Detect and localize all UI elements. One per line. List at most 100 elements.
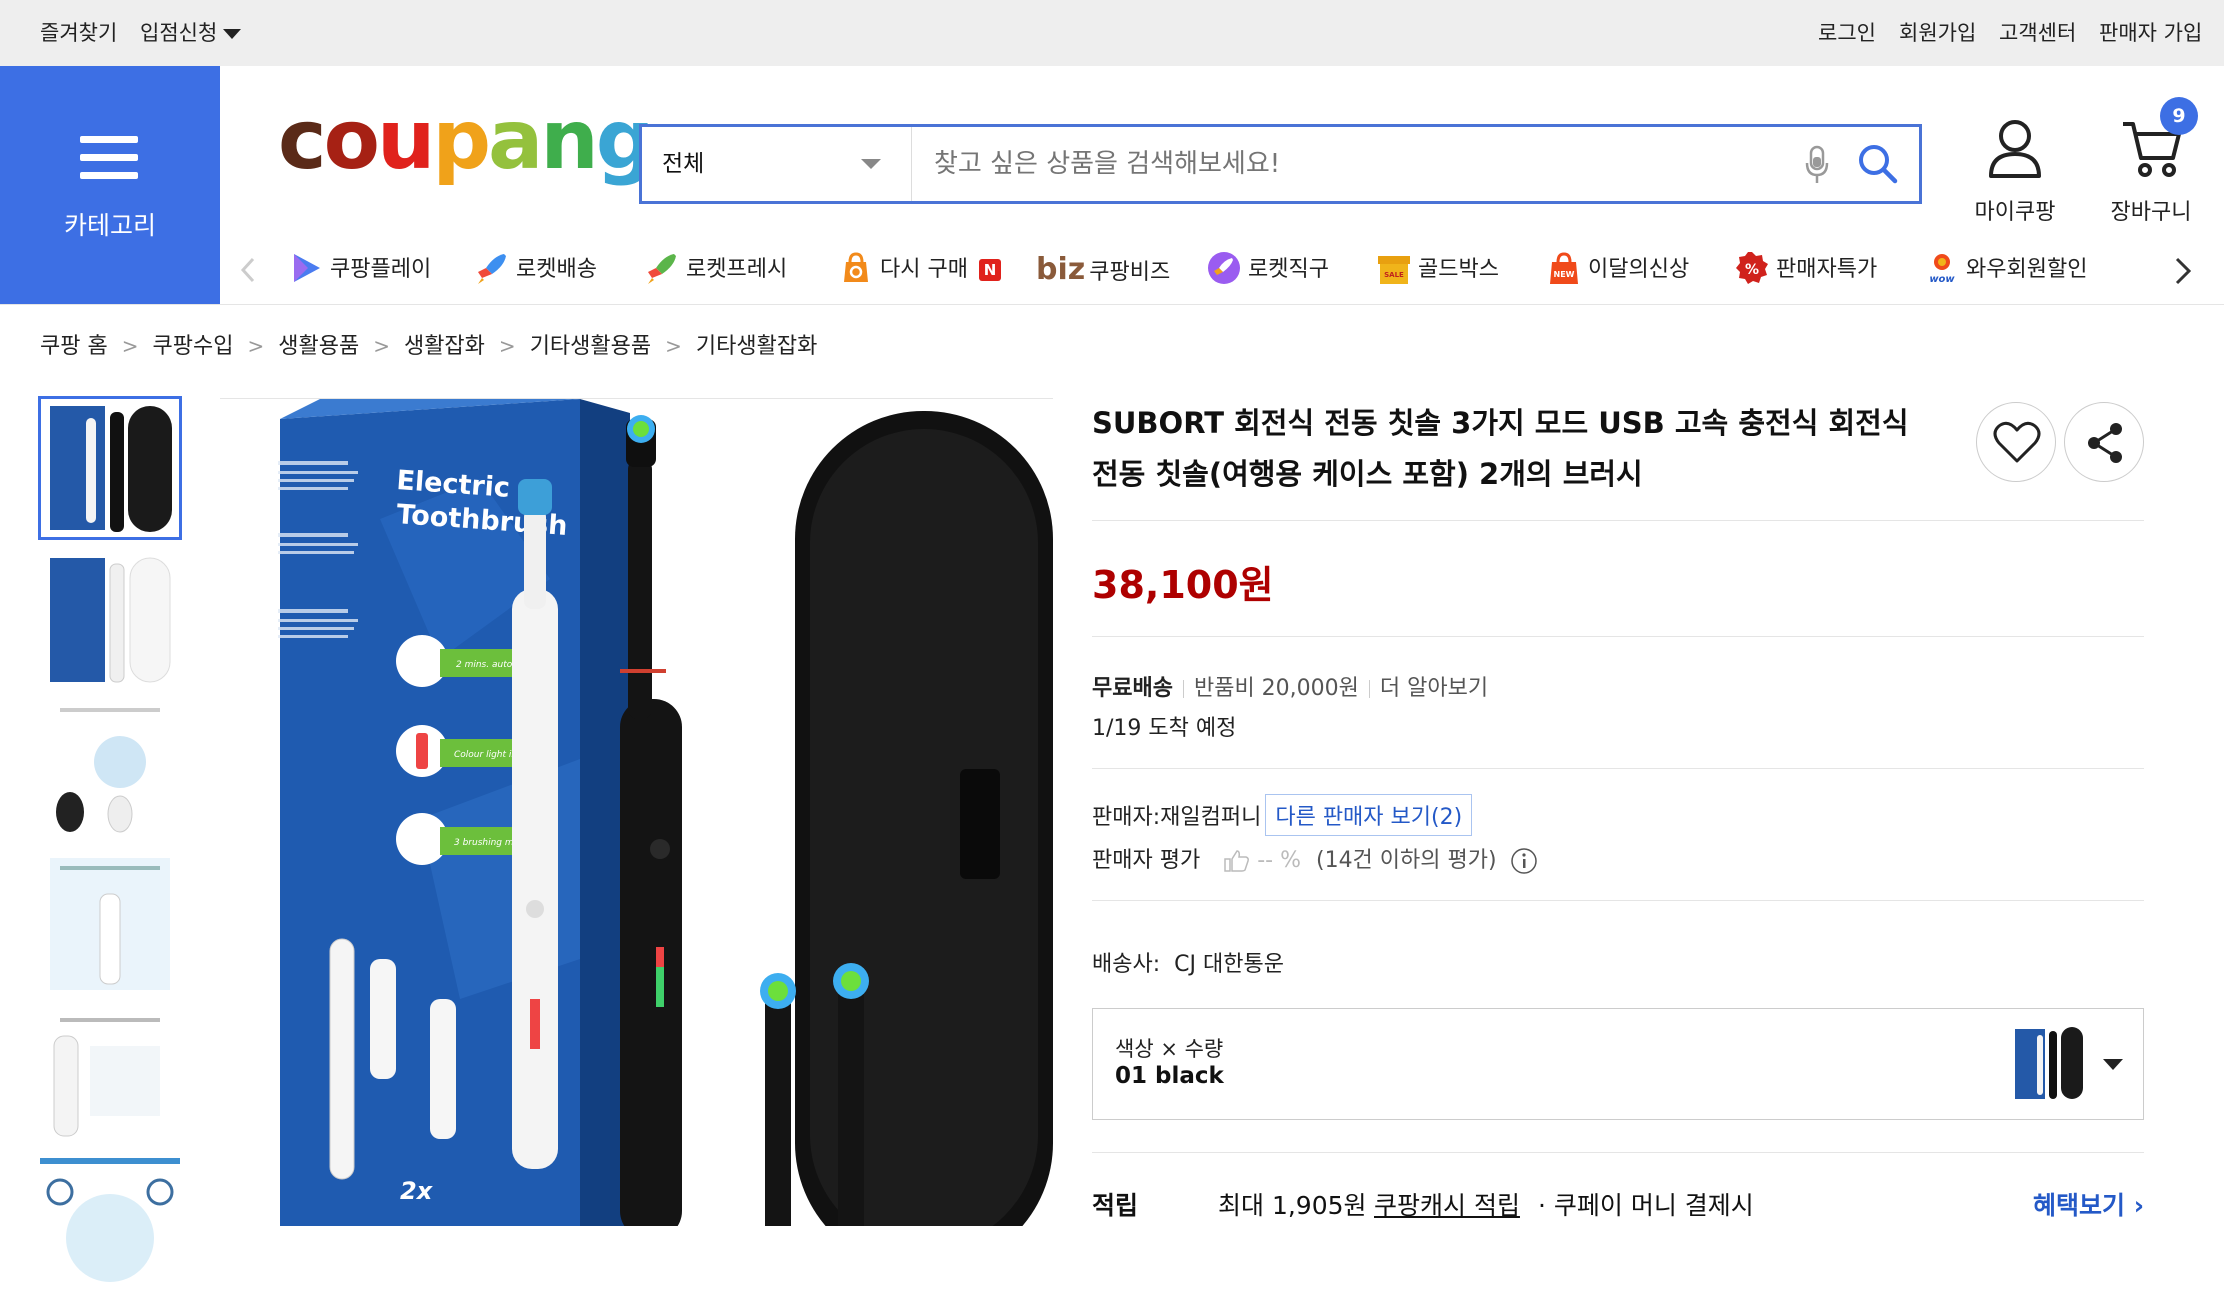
rocket-global-icon	[1208, 252, 1240, 284]
rocket-fresh-icon	[648, 254, 676, 284]
nav-item-label: 로켓프레시	[686, 257, 788, 282]
reward-note: · 쿠페이 머니 결제시	[1538, 1191, 1754, 1220]
share-button[interactable]	[2064, 402, 2144, 482]
nav-item-label: 와우회원할인	[1966, 257, 2088, 282]
signup-link[interactable]: 회원가입	[1899, 0, 1976, 66]
breadcrumb-item[interactable]: 생활잡화	[404, 334, 485, 359]
price: 38,100원	[1092, 563, 1274, 607]
store-apply-label: 입점신청	[140, 21, 218, 45]
search-input[interactable]	[932, 139, 1712, 189]
new-bag-icon: NEW	[1550, 252, 1578, 284]
nav-item-goldbox[interactable]: SALE 골드박스	[1376, 248, 1499, 292]
mycoupang-button[interactable]: 마이쿠팡	[1960, 118, 2070, 226]
search-scope-select[interactable]: 전체	[642, 127, 912, 201]
svg-text:SALE: SALE	[1384, 271, 1404, 279]
nav-item-rocket-global[interactable]: 로켓직구	[1206, 248, 1329, 292]
header-divider	[0, 304, 2224, 305]
cart-label: 장바구니	[2110, 200, 2192, 225]
option-select[interactable]: 색상 × 수량 01 black	[1092, 1008, 2144, 1120]
info-icon[interactable]	[1510, 847, 1538, 875]
breadcrumb-item[interactable]: 쿠팡수입	[152, 334, 233, 359]
product-thumbnail[interactable]	[40, 854, 180, 994]
customer-center-link[interactable]: 고객센터	[1999, 0, 2076, 66]
nav-item-rocket-fresh[interactable]: 로켓프레시	[644, 248, 787, 292]
option-label: 색상 × 수량	[1115, 1037, 1224, 1061]
svg-text:NEW: NEW	[1554, 270, 1575, 279]
option-value: 01 black	[1115, 1063, 1224, 1089]
box-count-label: 2x	[400, 1177, 434, 1205]
coupang-logo[interactable]: coupang	[278, 100, 654, 182]
carrier-name: CJ 대한통운	[1174, 952, 1284, 977]
caret-down-icon	[2103, 1059, 2123, 1070]
seller-name[interactable]: 재일컴퍼니	[1160, 805, 1261, 830]
seller-row: 판매자:재일컴퍼니 다른 판매자 보기(2)	[1092, 794, 1473, 836]
nav-item-wow-discount[interactable]: wow 와우회원할인	[1924, 248, 2087, 292]
breadcrumb-item[interactable]: 기타생활잡화	[696, 334, 817, 359]
search-icon[interactable]	[1857, 143, 1899, 185]
goldbox-icon: SALE	[1378, 256, 1410, 284]
login-link[interactable]: 로그인	[1818, 0, 1876, 66]
cart-button[interactable]: 장바구니	[2096, 118, 2206, 226]
seller-signup-link[interactable]: 판매자 가입	[2099, 0, 2202, 66]
chevron-right-icon: >	[373, 334, 390, 358]
seller-rating-label: 판매자 평가	[1092, 848, 1201, 873]
nav-item-label: 쿠팡비즈	[1089, 260, 1171, 285]
seller-rating-value: -- %	[1257, 848, 1301, 873]
other-sellers-button[interactable]: 다른 판매자 보기(2)	[1265, 794, 1473, 836]
play-icon	[294, 254, 320, 282]
coupang-cash-link[interactable]: 쿠팡캐시 적립	[1374, 1186, 1520, 1222]
chevron-left-icon[interactable]	[240, 256, 256, 284]
microphone-icon[interactable]	[1802, 145, 1832, 185]
chevron-right-icon: >	[665, 334, 682, 358]
wow-icon: wow	[1929, 254, 1955, 285]
nav-item-coupangplay[interactable]: 쿠팡플레이	[288, 248, 431, 292]
rocket-icon	[478, 254, 506, 284]
share-icon	[2088, 423, 2122, 463]
chevron-right-icon: >	[121, 334, 139, 358]
service-nav: 쿠팡플레이 로켓배송 로켓프레시 다시 구매 N biz 쿠팡비즈 로켓직구 SA…	[0, 248, 2224, 292]
benefits-link[interactable]: 혜택보기 ›	[2033, 1186, 2144, 1222]
product-thumbnail[interactable]	[40, 550, 180, 690]
seller-rating-row: 판매자 평가 -- % (14건 이하의 평가)	[1092, 842, 1538, 875]
nav-item-rocket-delivery[interactable]: 로켓배송	[474, 248, 597, 292]
main-product-image[interactable]: Electric Toothbrush 2 mins. auto timer C…	[220, 398, 1053, 1226]
chevron-right-icon: ›	[2133, 1191, 2144, 1220]
shipping-row: 무료배송 반품비 20,000원 더 알아보기	[1092, 670, 1488, 702]
nav-item-new-arrivals[interactable]: NEW 이달의신상	[1546, 248, 1689, 292]
favorites-link[interactable]: 즐겨찾기	[40, 0, 117, 66]
biz-icon: biz	[1036, 252, 1086, 287]
seller-label: 판매자:	[1092, 805, 1161, 830]
breadcrumb-item[interactable]: 기타생활용품	[530, 334, 651, 359]
chevron-right-icon: >	[247, 334, 265, 358]
breadcrumb-item[interactable]: 쿠팡 홈	[40, 334, 108, 359]
divider	[1092, 1152, 2144, 1153]
hamburger-icon	[80, 136, 138, 180]
product-thumbnail[interactable]	[38, 396, 182, 540]
divider	[1092, 520, 2144, 521]
nav-item-coupangbiz[interactable]: biz 쿠팡비즈	[1036, 248, 1170, 292]
product-title: SUBORT 회전식 전동 칫솔 3가지 모드 USB 고속 충전식 회전식 전…	[1092, 406, 1909, 491]
breadcrumb-item[interactable]: 생활용품	[278, 334, 359, 359]
free-shipping-label: 무료배송	[1092, 676, 1173, 701]
breadcrumb: 쿠팡 홈 > 쿠팡수입 > 생활용품 > 생활잡화 > 기타생활용품 > 기타생활잡화	[40, 330, 817, 362]
chevron-right-icon[interactable]	[2174, 256, 2192, 286]
caret-down-icon	[223, 29, 242, 39]
return-fee: 반품비 20,000원	[1193, 676, 1359, 701]
nav-item-label: 로켓직구	[1248, 257, 1329, 282]
nav-item-seller-deals[interactable]: % 판매자특가	[1734, 248, 1877, 292]
divider	[1092, 636, 2144, 637]
thumbs-up-icon	[1224, 850, 1250, 872]
carrier-row: 배송사: CJ 대한통운	[1092, 946, 1284, 978]
nav-item-label: 골드박스	[1418, 257, 1499, 282]
percent-icon: %	[1736, 252, 1768, 284]
product-thumbnail[interactable]	[40, 702, 180, 842]
store-apply-menu[interactable]: 입점신청	[140, 0, 242, 66]
learn-more-link[interactable]: 더 알아보기	[1380, 676, 1488, 701]
option-thumbnail	[2015, 1027, 2083, 1099]
benefits-label: 혜택보기	[2032, 1191, 2125, 1220]
carrier-label: 배송사:	[1092, 952, 1161, 977]
nav-item-rebuy[interactable]: 다시 구매 N	[838, 248, 1001, 292]
product-thumbnail[interactable]	[40, 1158, 180, 1298]
wishlist-button[interactable]	[1976, 402, 2056, 482]
product-thumbnail[interactable]	[40, 1006, 180, 1146]
